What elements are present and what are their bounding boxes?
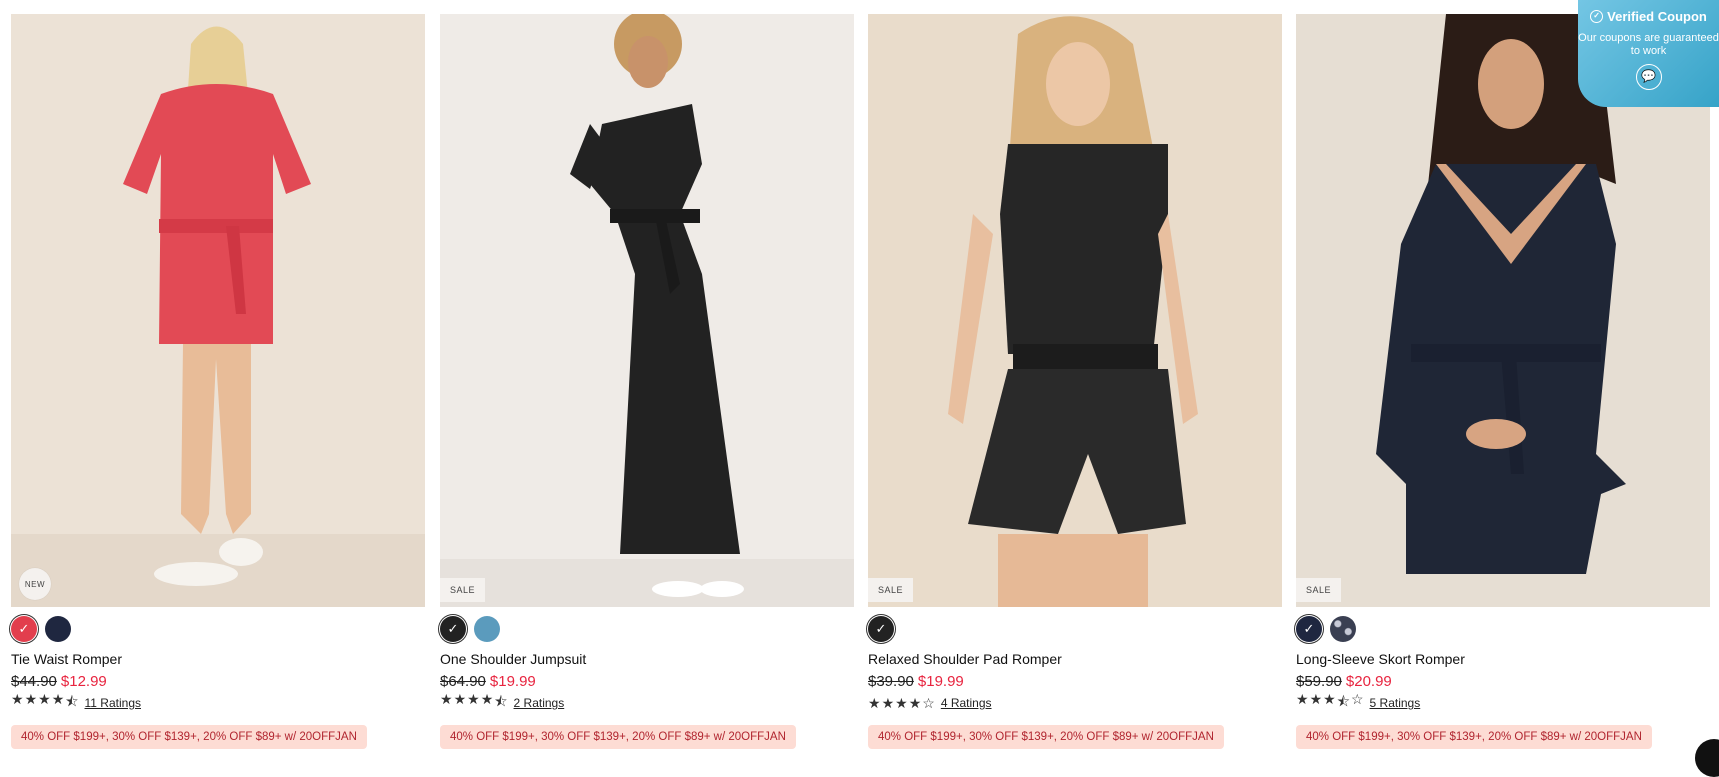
star-half-icon: ⯪ [1337, 691, 1350, 715]
promo-banner: 40% OFF $199+, 30% OFF $139+, 20% OFF $8… [11, 725, 367, 749]
price-row: $59.90$20.99 [1296, 673, 1710, 691]
star-icon: ★ [1323, 691, 1336, 715]
star-rating: ★★★★⯪ [11, 691, 79, 715]
product-image[interactable]: SALE [868, 14, 1282, 607]
price-row: $64.90$19.99 [440, 673, 854, 691]
ratings-link[interactable]: 11 Ratings [85, 696, 141, 710]
price-row: $44.90$12.99 [11, 673, 425, 691]
promo-banner: 40% OFF $199+, 30% OFF $139+, 20% OFF $8… [868, 725, 1224, 749]
color-swatch[interactable]: ✓ [868, 616, 894, 642]
star-icon: ★ [868, 695, 881, 712]
color-swatch[interactable] [45, 616, 71, 642]
color-swatch[interactable]: ✓ [11, 616, 37, 642]
star-icon: ★ [440, 691, 453, 715]
star-icon: ★ [52, 691, 65, 715]
product-card[interactable]: SALE ✓ Relaxed Shoulder Pad Romper $39.9… [868, 14, 1282, 749]
star-icon: ★ [11, 691, 24, 715]
check-icon: ✓ [1304, 621, 1315, 637]
product-card[interactable]: SALE ✓ One Shoulder Jumpsuit $64.90$19.9… [440, 14, 854, 749]
rating-row: ★★★★⯪ 2 Ratings [440, 695, 854, 711]
star-icon: ★ [1296, 691, 1309, 715]
color-swatches: ✓ [1296, 616, 1710, 642]
price-row: $39.90$19.99 [868, 673, 1282, 691]
verified-check-icon: ✓ [1590, 10, 1603, 23]
star-icon: ★ [481, 691, 494, 715]
ratings-link[interactable]: 4 Ratings [941, 696, 992, 710]
star-icon: ★ [467, 691, 480, 715]
product-name[interactable]: Long-Sleeve Skort Romper [1296, 651, 1710, 668]
star-icon: ★ [1310, 691, 1323, 715]
sale-price: $19.99 [490, 673, 536, 690]
star-icon: ★ [895, 695, 908, 712]
star-rating: ★★★★☆ [868, 695, 935, 712]
coupon-title-row: ✓ Verified Coupon [1578, 9, 1719, 24]
star-half-icon: ⯪ [494, 691, 507, 715]
star-icon: ★ [25, 691, 38, 715]
color-swatch[interactable] [474, 616, 500, 642]
color-swatch[interactable]: ✓ [440, 616, 466, 642]
star-half-icon: ⯪ [65, 691, 78, 715]
star-empty-icon: ☆ [922, 695, 935, 712]
rating-row: ★★★★⯪ 11 Ratings [11, 695, 425, 711]
chat-launcher[interactable] [1695, 739, 1719, 777]
sale-badge: SALE [440, 578, 485, 602]
product-card[interactable]: NEW ✓ Tie Waist Romper $44.90$12.99 ★★★★… [11, 14, 425, 749]
verified-coupon-widget[interactable]: ✓ Verified Coupon Our coupons are guaran… [1578, 0, 1719, 107]
ratings-link[interactable]: 2 Ratings [514, 696, 565, 710]
star-rating: ★★★★⯪ [440, 691, 508, 715]
coupon-subtitle: Our coupons are guaranteed to work [1578, 32, 1719, 58]
sale-badge: SALE [1296, 578, 1341, 602]
coupon-title: Verified Coupon [1607, 9, 1707, 24]
check-icon: ✓ [19, 621, 30, 637]
new-badge: NEW [19, 568, 51, 600]
rating-row: ★★★★☆ 4 Ratings [868, 695, 1282, 711]
star-icon: ★ [38, 691, 51, 715]
original-price: $44.90 [11, 673, 57, 690]
star-rating: ★★★⯪☆ [1296, 691, 1364, 715]
sale-price: $12.99 [61, 673, 107, 690]
original-price: $64.90 [440, 673, 486, 690]
product-image[interactable]: NEW [11, 14, 425, 607]
product-name[interactable]: One Shoulder Jumpsuit [440, 651, 854, 668]
sale-price: $20.99 [1346, 673, 1392, 690]
ratings-link[interactable]: 5 Ratings [1370, 696, 1421, 710]
model-photo [11, 14, 425, 607]
product-name[interactable]: Tie Waist Romper [11, 651, 425, 668]
promo-banner: 40% OFF $199+, 30% OFF $139+, 20% OFF $8… [440, 725, 796, 749]
product-grid: NEW ✓ Tie Waist Romper $44.90$12.99 ★★★★… [11, 14, 1719, 763]
color-swatch[interactable]: ✓ [1296, 616, 1322, 642]
product-card[interactable]: SALE ✓ Long-Sleeve Skort Romper $59.90$2… [1296, 14, 1710, 749]
star-empty-icon: ☆ [1351, 691, 1364, 715]
color-swatches: ✓ [868, 616, 1282, 642]
original-price: $39.90 [868, 673, 914, 690]
star-icon: ★ [454, 691, 467, 715]
color-swatches: ✓ [440, 616, 854, 642]
original-price: $59.90 [1296, 673, 1342, 690]
sale-badge: SALE [868, 578, 913, 602]
check-icon: ✓ [448, 621, 459, 637]
chat-bubble-icon[interactable]: 💬 [1636, 64, 1662, 90]
check-icon: ✓ [876, 621, 887, 637]
model-photo [440, 14, 854, 607]
promo-banner: 40% OFF $199+, 30% OFF $139+, 20% OFF $8… [1296, 725, 1652, 749]
model-photo [868, 14, 1282, 607]
product-image[interactable]: SALE [440, 14, 854, 607]
rating-row: ★★★⯪☆ 5 Ratings [1296, 695, 1710, 711]
sale-price: $19.99 [918, 673, 964, 690]
product-name[interactable]: Relaxed Shoulder Pad Romper [868, 651, 1282, 668]
star-icon: ★ [909, 695, 922, 712]
star-icon: ★ [882, 695, 895, 712]
color-swatch[interactable] [1330, 616, 1356, 642]
color-swatches: ✓ [11, 616, 425, 642]
